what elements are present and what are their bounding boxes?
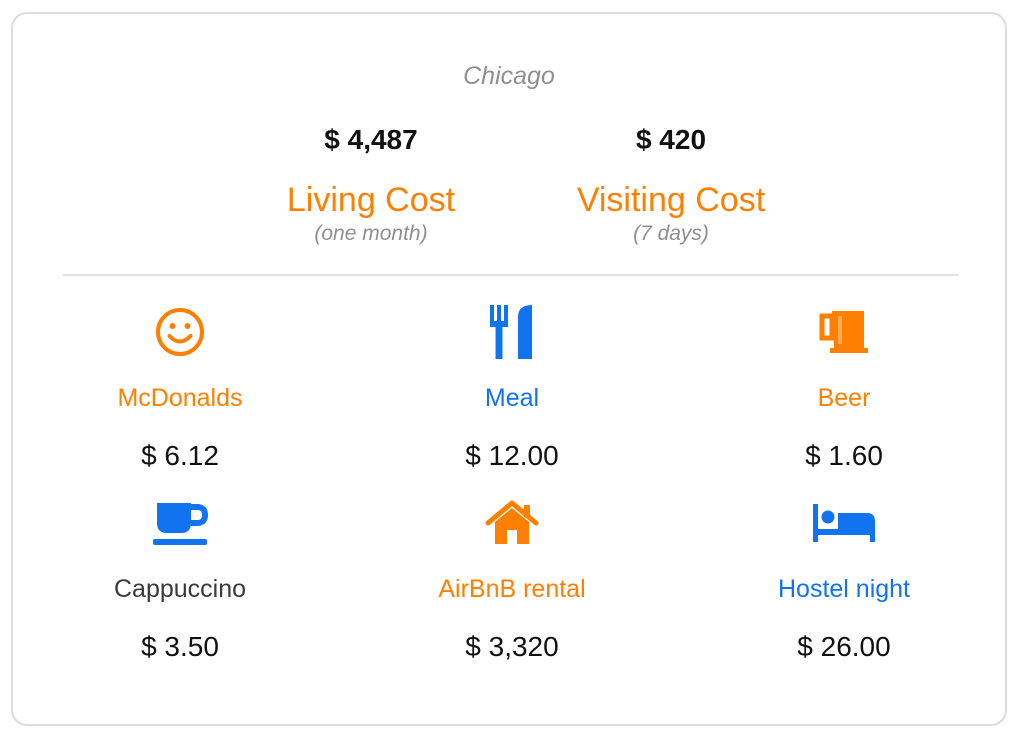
house-icon <box>362 493 662 553</box>
living-cost-amount: $ 4,487 <box>324 124 418 155</box>
smiley-face-icon <box>30 302 330 362</box>
item-price: $ 26.00 <box>797 631 891 662</box>
item-airbnb-rental: AirBnB rental $ 3,320 <box>362 493 662 665</box>
item-mcdonalds: McDonalds $ 6.12 <box>30 302 330 474</box>
item-meal: Meal $ 12.00 <box>362 302 662 474</box>
item-hostel-night: Hostel night $ 26.00 <box>694 493 994 665</box>
item-price: $ 12.00 <box>465 440 559 471</box>
visiting-cost-amount: $ 420 <box>635 124 707 155</box>
item-name: McDonalds <box>117 384 243 412</box>
item-price: $ 3.50 <box>141 631 219 662</box>
visiting-cost-summary: $ 420 Visiting Cost (7 days) <box>521 122 821 246</box>
item-price: $ 6.12 <box>141 440 219 471</box>
visiting-cost-label: Visiting Cost <box>576 181 766 219</box>
living-cost-label: Living Cost <box>286 181 456 219</box>
item-price: $ 3,320 <box>465 631 559 662</box>
item-name: Cappuccino <box>113 575 247 603</box>
cost-card: Chicago $ 4,487 Living Cost (one month) … <box>11 12 1007 726</box>
item-name: AirBnB rental <box>438 575 586 603</box>
beer-mug-icon <box>694 302 994 362</box>
item-cappuccino: Cappuccino $ 3.50 <box>30 493 330 665</box>
item-beer: Beer $ 1.60 <box>694 302 994 474</box>
visiting-cost-period: (7 days) <box>633 222 709 245</box>
item-name: Hostel night <box>777 575 911 603</box>
living-cost-period: (one month) <box>314 222 428 245</box>
city-name: Chicago <box>463 62 555 90</box>
living-cost-summary: $ 4,487 Living Cost (one month) <box>221 122 521 246</box>
divider <box>63 274 959 276</box>
coffee-cup-icon <box>30 493 330 553</box>
fork-knife-icon <box>362 302 662 362</box>
item-name: Meal <box>484 384 540 412</box>
item-name: Beer <box>817 384 871 412</box>
item-price: $ 1.60 <box>805 440 883 471</box>
bed-icon <box>694 493 994 553</box>
